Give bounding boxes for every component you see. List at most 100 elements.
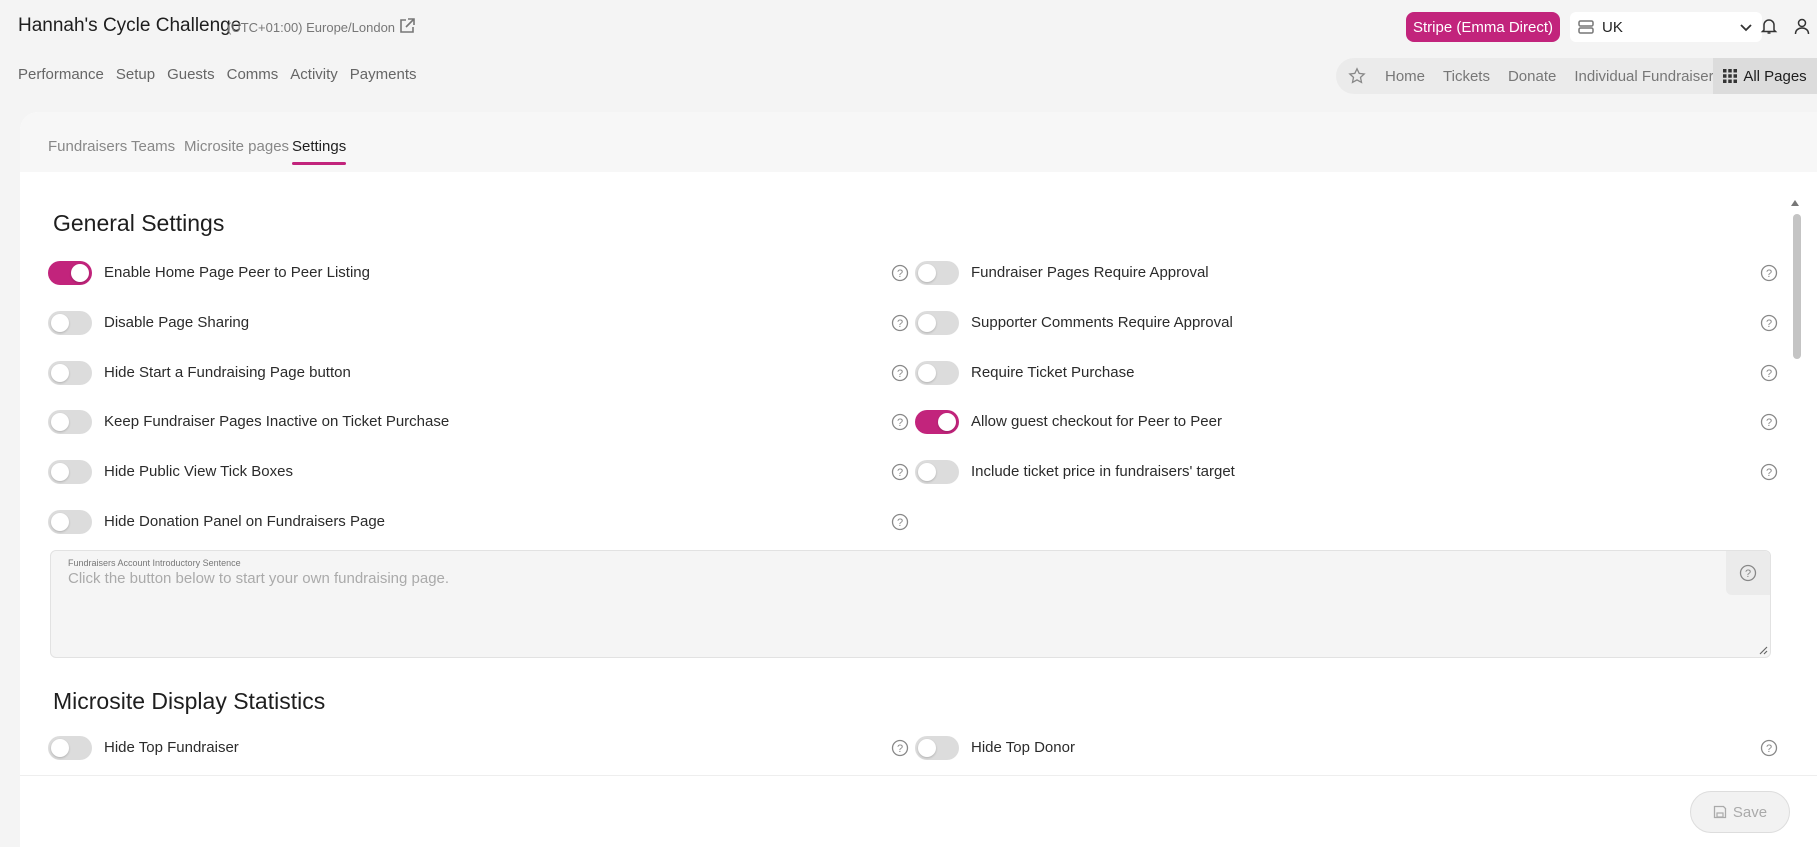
help-icon[interactable]: ? [1760, 364, 1778, 382]
svg-text:?: ? [1766, 417, 1772, 429]
svg-text:?: ? [897, 268, 903, 280]
scroll-up-arrow-icon[interactable] [1790, 198, 1800, 208]
user-icon[interactable] [1793, 17, 1811, 35]
toggle-require-ticket-purchase[interactable] [915, 361, 959, 385]
nav-comms[interactable]: Comms [227, 66, 279, 83]
svg-text:?: ? [897, 467, 903, 479]
svg-text:?: ? [897, 517, 903, 529]
grid-icon [1723, 69, 1738, 83]
svg-text:?: ? [1766, 467, 1772, 479]
toggle-supporter-comments-require-approval[interactable] [915, 311, 959, 335]
help-icon[interactable]: ? [891, 739, 909, 757]
quick-nav-tickets[interactable]: Tickets [1443, 68, 1490, 85]
server-icon [1578, 20, 1594, 34]
nav-payments[interactable]: Payments [350, 66, 417, 83]
intro-help-button[interactable]: ? [1726, 551, 1770, 595]
help-icon[interactable]: ? [891, 314, 909, 332]
setting-label: Hide Top Donor [971, 739, 1075, 756]
quick-nav-individual-fundraisers[interactable]: Individual Fundraisers [1574, 68, 1721, 85]
resize-handle-icon[interactable] [1758, 645, 1768, 655]
setting-row: Enable Home Page Peer to Peer Listing ? [48, 260, 918, 286]
setting-row: Disable Page Sharing ? [48, 310, 918, 336]
intro-sentence-label: Fundraisers Account Introductory Sentenc… [68, 558, 241, 568]
setting-label: Enable Home Page Peer to Peer Listing [104, 264, 370, 281]
intro-sentence-placeholder: Click the button below to start your own… [68, 570, 450, 587]
setting-row: Fundraiser Pages Require Approval ? [915, 260, 1785, 286]
setting-label: Allow guest checkout for Peer to Peer [971, 413, 1222, 430]
external-link-icon[interactable] [398, 17, 416, 35]
general-settings-title: General Settings [53, 210, 225, 236]
scrollbar[interactable] [1790, 198, 1801, 673]
help-icon[interactable]: ? [1760, 314, 1778, 332]
tab-fundraisers[interactable]: Fundraisers [48, 138, 127, 155]
tab-microsite-pages[interactable]: Microsite pages [184, 138, 289, 155]
toggle-keep-fundraiser-pages-inactive[interactable] [48, 410, 92, 434]
help-icon[interactable]: ? [891, 463, 909, 481]
toggle-hide-top-fundraiser[interactable] [48, 736, 92, 760]
star-icon[interactable] [1348, 67, 1366, 85]
setting-row: Hide Donation Panel on Fundraisers Page … [48, 509, 918, 535]
help-icon[interactable]: ? [891, 413, 909, 431]
setting-label: Include ticket price in fundraisers' tar… [971, 463, 1235, 480]
setting-row: Supporter Comments Require Approval ? [915, 310, 1785, 336]
region-select[interactable]: UK [1570, 12, 1762, 42]
nav-setup[interactable]: Setup [116, 66, 155, 83]
setting-label: Keep Fundraiser Pages Inactive on Ticket… [104, 413, 450, 430]
help-icon[interactable]: ? [891, 364, 909, 382]
svg-text:?: ? [1766, 368, 1772, 380]
setting-row: Hide Public View Tick Boxes ? [48, 459, 918, 485]
help-icon[interactable]: ? [1760, 463, 1778, 481]
setting-label: Hide Public View Tick Boxes [104, 463, 293, 480]
help-icon[interactable]: ? [1760, 739, 1778, 757]
scrollbar-thumb[interactable] [1793, 214, 1801, 359]
svg-text:?: ? [897, 368, 903, 380]
setting-row: Require Ticket Purchase ? [915, 360, 1785, 386]
setting-label: Hide Donation Panel on Fundraisers Page [104, 513, 386, 530]
toggle-disable-page-sharing[interactable] [48, 311, 92, 335]
settings-card: Fundraisers Teams Microsite pages Settin… [20, 112, 1817, 847]
toggle-include-ticket-price-in-target[interactable] [915, 460, 959, 484]
tab-teams[interactable]: Teams [131, 138, 175, 155]
help-icon[interactable]: ? [891, 513, 909, 531]
toggle-enable-home-page-p2p-listing[interactable] [48, 261, 92, 285]
tab-settings[interactable]: Settings [292, 138, 347, 165]
svg-text:?: ? [1745, 568, 1751, 580]
nav-activity[interactable]: Activity [290, 66, 338, 83]
region-value: UK [1602, 18, 1623, 36]
svg-text:?: ? [1766, 318, 1772, 330]
toggle-hide-start-fundraising-page-button[interactable] [48, 361, 92, 385]
help-icon[interactable]: ? [1760, 264, 1778, 282]
setting-row: Keep Fundraiser Pages Inactive on Ticket… [48, 409, 918, 435]
all-pages-button[interactable]: All Pages [1713, 58, 1817, 94]
setting-label: Hide Start a Fundraising Page button [104, 364, 351, 381]
event-title: Hannah's Cycle Challenge [18, 15, 242, 36]
quick-nav-donate[interactable]: Donate [1508, 68, 1556, 85]
quick-nav-home[interactable]: Home [1385, 68, 1425, 85]
help-icon: ? [1739, 564, 1757, 582]
svg-text:?: ? [897, 743, 903, 755]
bell-icon[interactable] [1760, 17, 1778, 35]
main-nav: Performance Setup Guests Comms Activity … [18, 66, 429, 83]
toggle-fundraiser-pages-require-approval[interactable] [915, 261, 959, 285]
nav-guests[interactable]: Guests [167, 66, 215, 83]
toggle-hide-public-view-tick-boxes[interactable] [48, 460, 92, 484]
setting-label: Hide Top Fundraiser [104, 739, 239, 756]
svg-text:?: ? [1766, 268, 1772, 280]
svg-text:?: ? [897, 318, 903, 330]
top-bar: Hannah's Cycle Challenge (UTC+01:00) Eur… [0, 0, 1817, 52]
event-timezone: (UTC+01:00) Europe/London [227, 20, 396, 35]
stripe-account-button[interactable]: Stripe (Emma Direct) [1406, 12, 1560, 42]
toggle-hide-donation-panel[interactable] [48, 510, 92, 534]
toggle-hide-top-donor[interactable] [915, 736, 959, 760]
setting-row: Hide Top Donor ? [915, 735, 1785, 761]
save-button[interactable]: Save [1690, 791, 1790, 833]
toggle-allow-guest-checkout-p2p[interactable] [915, 410, 959, 434]
nav-performance[interactable]: Performance [18, 66, 104, 83]
intro-sentence-field[interactable]: Fundraisers Account Introductory Sentenc… [50, 550, 1771, 658]
save-label: Save [1732, 803, 1768, 821]
svg-text:?: ? [1766, 743, 1772, 755]
help-icon[interactable]: ? [1760, 413, 1778, 431]
help-icon[interactable]: ? [891, 264, 909, 282]
microsite-stats-title: Microsite Display Statistics [53, 688, 326, 714]
chevron-down-icon [1740, 24, 1752, 32]
